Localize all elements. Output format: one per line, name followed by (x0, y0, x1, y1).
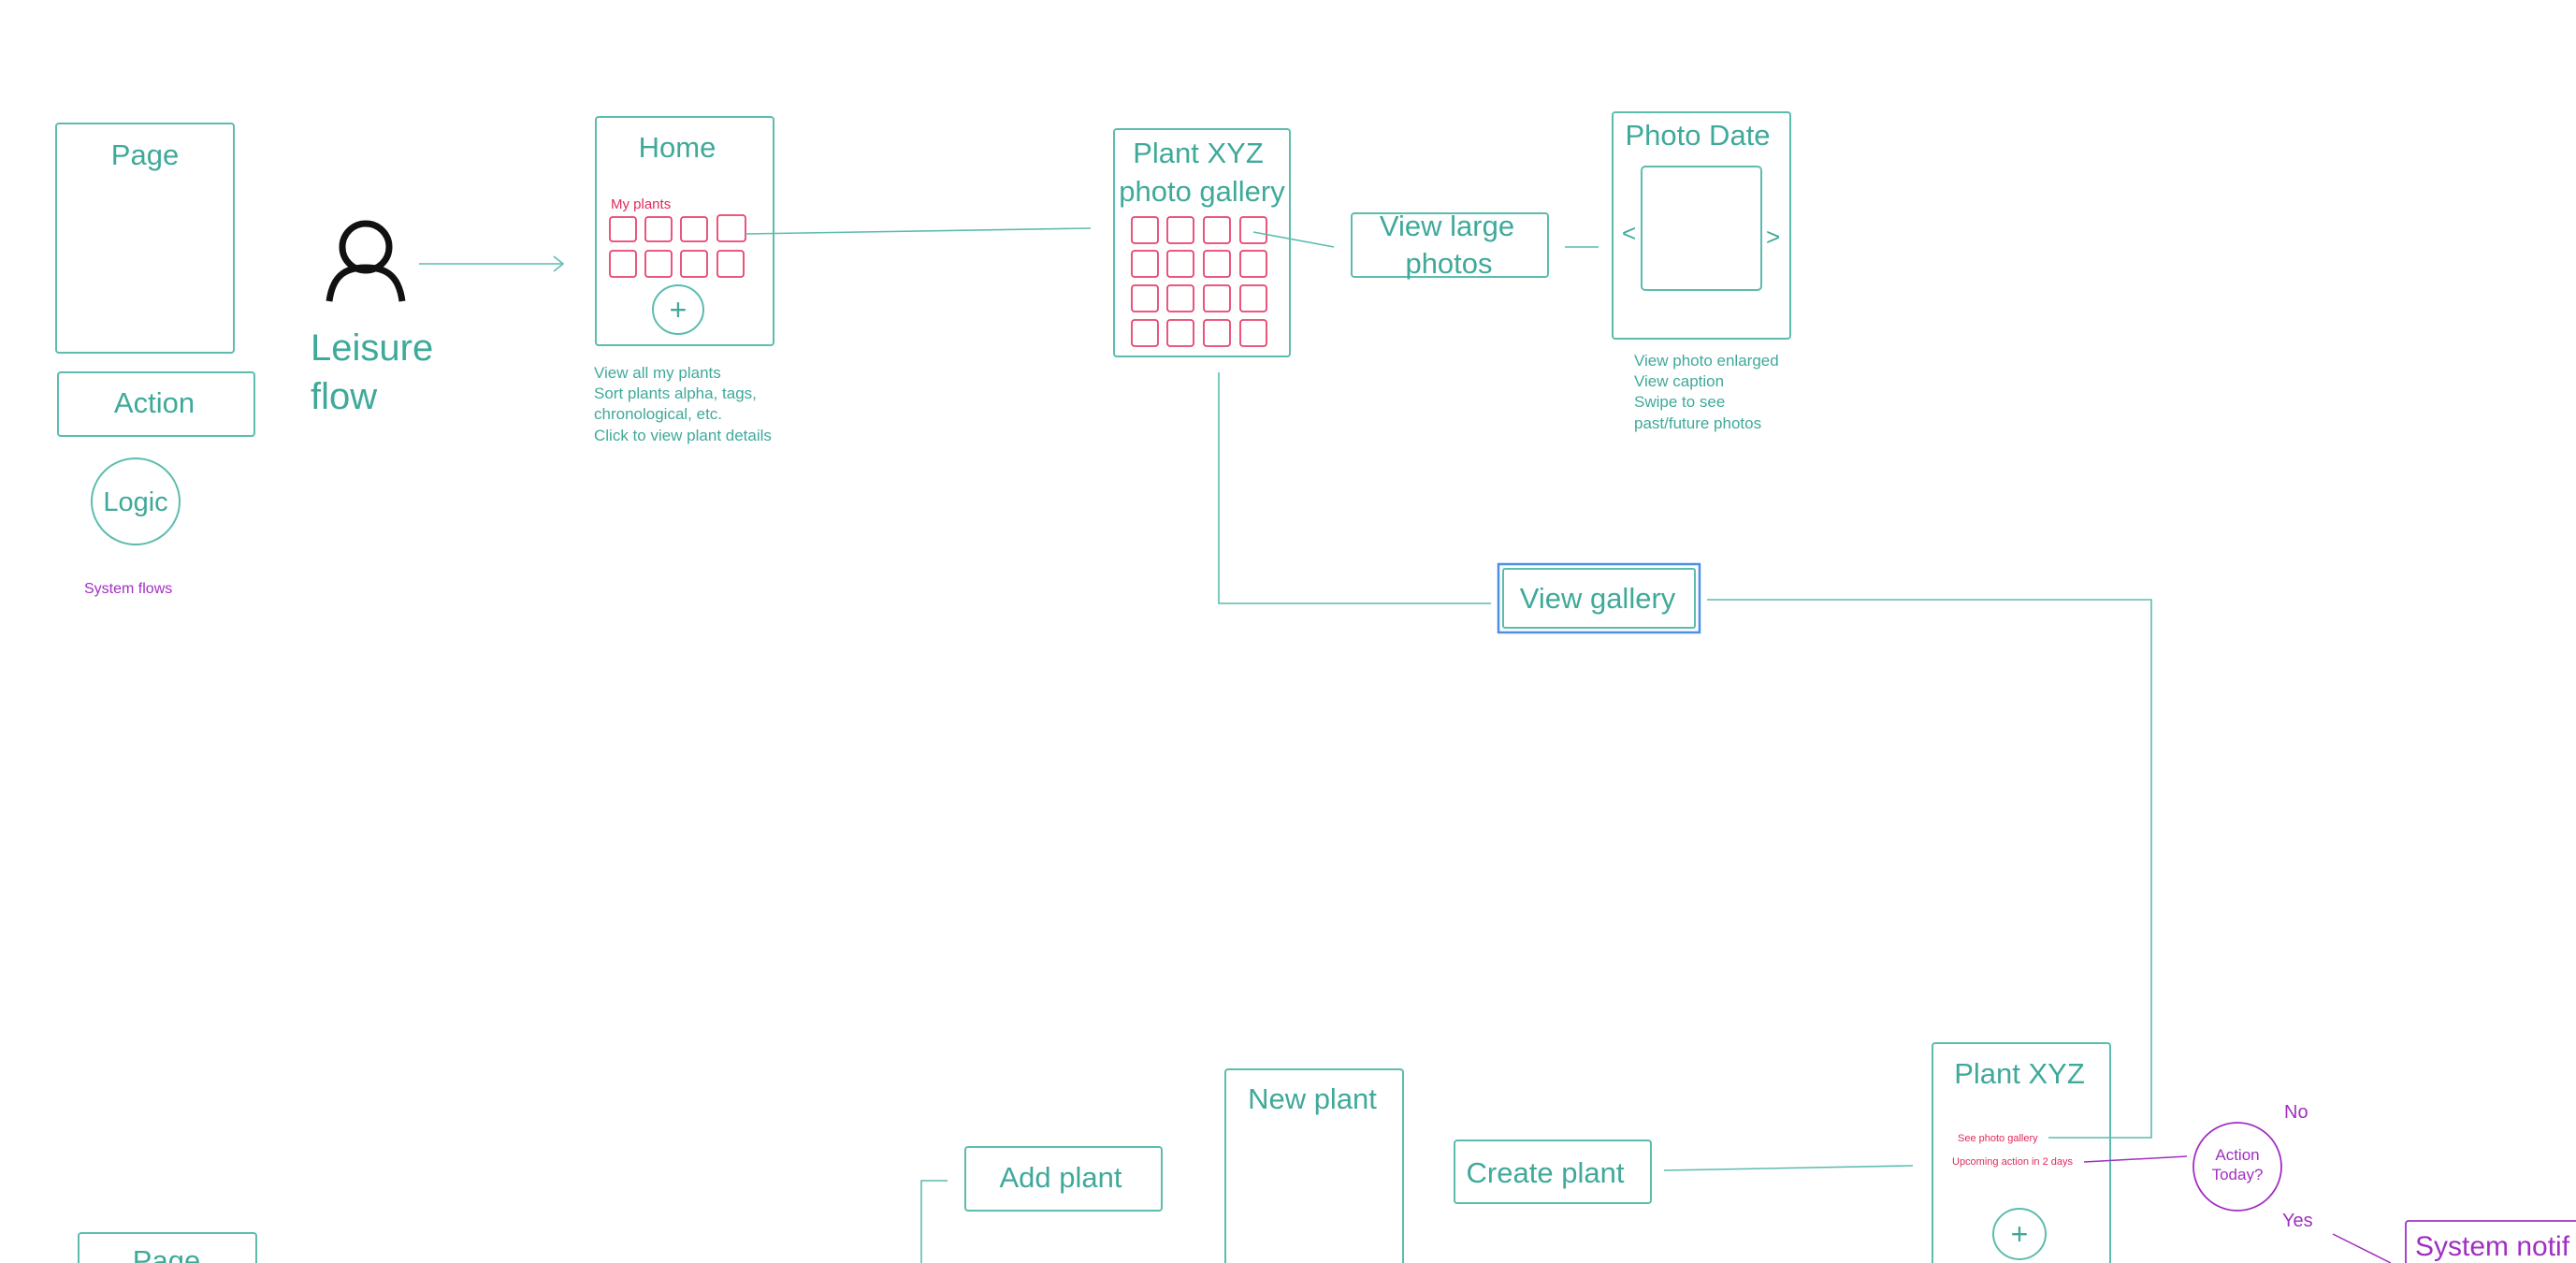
photo-date-screen: Photo Date < > View photo enlarged View … (1612, 111, 1791, 432)
connector-gallery-viewlarge (1252, 231, 1335, 248)
plant-thumbnail[interactable] (609, 216, 637, 242)
legend-bottom-page-label: Page (133, 1244, 200, 1263)
legend-action-label: Action (114, 386, 195, 419)
gallery-photo[interactable] (1131, 319, 1159, 347)
photo-date-next-icon[interactable]: > (1766, 223, 1780, 251)
plant-thumbnail-selected[interactable] (716, 214, 746, 242)
flow-diagram-canvas: Page Action Logic System flows Leisure f… (55, 111, 2576, 1263)
gallery-photo[interactable] (1203, 284, 1231, 312)
gallery-photo[interactable] (1239, 319, 1267, 347)
plant-thumbnail[interactable] (680, 250, 708, 278)
connector-into-addplant (920, 1180, 948, 1263)
gallery-photo[interactable] (1131, 250, 1159, 278)
view-gallery-action: View gallery (1497, 562, 1701, 634)
photo-date-note-line: View caption (1634, 372, 1724, 390)
plant-xyz-gallery-link[interactable]: See photo gallery (1958, 1133, 2038, 1144)
add-plant-action: Add plant (964, 1146, 1163, 1212)
gallery-photo[interactable] (1203, 319, 1231, 347)
connector-home-gallery (745, 227, 1092, 235)
plant-thumbnail[interactable] (644, 216, 673, 242)
plant-thumbnail[interactable] (680, 216, 708, 242)
view-gallery-label: View gallery (1520, 582, 1676, 615)
persona-label-line1: Leisure (311, 327, 433, 369)
gallery-photo-grid (1131, 216, 1267, 347)
decision-yes-label: Yes (2282, 1211, 2313, 1231)
photo-date-prev-icon[interactable]: < (1622, 219, 1636, 247)
person-icon (326, 220, 406, 302)
home-note-line: Click to view plant details (594, 427, 772, 444)
connector-decision-notif (2332, 1233, 2392, 1263)
gallery-photo[interactable] (1239, 284, 1267, 312)
gallery-screen: Plant XYZ photo gallery (1113, 128, 1291, 357)
decision-node: Action Today? No Yes (2192, 1102, 2313, 1231)
gallery-photo[interactable] (1166, 319, 1194, 347)
decision-no-label: No (2284, 1102, 2308, 1123)
plant-thumbnail[interactable] (644, 250, 673, 278)
plant-xyz-title: Plant XYZ (1954, 1057, 2085, 1090)
home-note-line: chronological, etc. (594, 405, 722, 423)
persona-label-line2: flow (311, 376, 377, 417)
system-notif-label: System notif (2415, 1231, 2570, 1262)
photo-date-title: Photo Date (1625, 119, 1770, 152)
view-large-line2: photos (1405, 247, 1492, 280)
plant-thumbnail[interactable] (716, 250, 745, 278)
connector-plantxyz-decision (2083, 1155, 2188, 1163)
legend-bottom: Page (78, 1232, 257, 1263)
gallery-photo[interactable] (1131, 216, 1159, 244)
legend-logic-label: Logic (103, 487, 167, 517)
create-plant-label: Create plant (1467, 1156, 1625, 1189)
gallery-photo[interactable] (1166, 284, 1194, 312)
gallery-photo[interactable] (1166, 250, 1194, 278)
gallery-photo[interactable] (1239, 216, 1267, 244)
gallery-photo[interactable] (1131, 284, 1159, 312)
home-screen: Home My plants + View all my plants Sort… (594, 116, 774, 444)
new-plant-title: New plant (1248, 1082, 1377, 1115)
gallery-title-line1: Plant XYZ (1133, 137, 1264, 169)
home-note-line: View all my plants (594, 364, 721, 382)
connector-gallery-viewgallery (1218, 372, 1491, 604)
decision-line1: Action (2215, 1146, 2259, 1164)
photo-date-note-line: past/future photos (1634, 414, 1761, 432)
photo-date-note-line: View photo enlarged (1634, 352, 1779, 370)
gallery-photo[interactable] (1166, 216, 1194, 244)
plant-thumbnail[interactable] (609, 250, 637, 278)
plant-xyz-add-symbol: + (2011, 1217, 2029, 1251)
create-plant-action: Create plant (1454, 1140, 1652, 1204)
legend-system-flows-label: System flows (84, 581, 172, 597)
gallery-photo[interactable] (1203, 216, 1231, 244)
home-add-symbol: + (670, 293, 687, 327)
system-notif-node: System notif (2405, 1220, 2576, 1263)
new-plant-screen: New plant (1224, 1068, 1404, 1263)
photo-date-note-line: Swipe to see (1634, 393, 1725, 411)
home-section-label: My plants (611, 196, 671, 212)
gallery-photo[interactable] (1239, 250, 1267, 278)
plant-xyz-screen: Plant XYZ See photo gallery Upcoming act… (1932, 1042, 2111, 1263)
view-large-action: View large photos (1351, 210, 1549, 280)
home-title: Home (639, 131, 716, 164)
home-plant-thumbnails (609, 214, 746, 278)
gallery-photo[interactable] (1203, 250, 1231, 278)
view-large-line1: View large (1380, 210, 1514, 242)
plant-xyz-upcoming-link[interactable]: Upcoming action in 2 days (1952, 1156, 2074, 1168)
persona: Leisure flow (311, 220, 433, 417)
decision-line2: Today? (2212, 1166, 2264, 1183)
connector-createplant-plantxyz (1663, 1165, 1914, 1171)
legend-page-label: Page (111, 138, 179, 171)
legend: Page Action Logic System flows (55, 123, 255, 597)
gallery-title-line2: photo gallery (1119, 175, 1285, 208)
add-plant-label: Add plant (1000, 1161, 1122, 1194)
home-note-line: Sort plants alpha, tags, (594, 385, 757, 402)
photo-date-image-frame (1641, 166, 1762, 291)
